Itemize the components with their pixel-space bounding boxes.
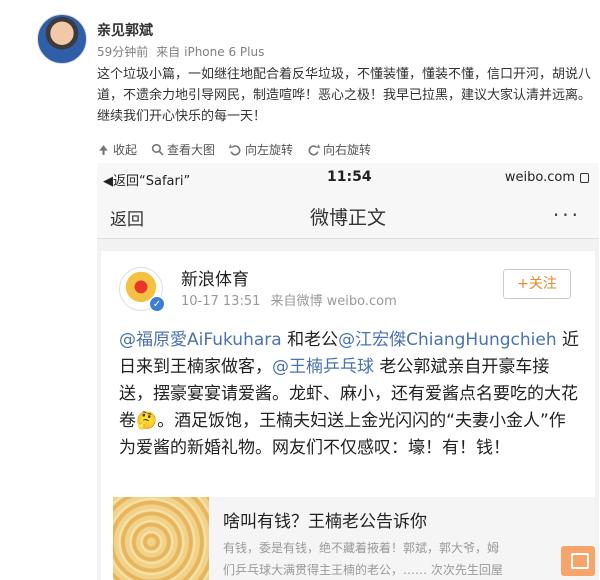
article-snippet: 有钱，委是有钱，绝不藏着掖着！郭斌，郭大爷，姆 们乒乓球大满贯得主王楠的老公，……	[223, 541, 503, 577]
mention-link: @江宏傑ChiangHungchieh	[338, 330, 557, 350]
rotate-left-icon	[229, 144, 241, 156]
source-prefix: 来自	[156, 45, 181, 59]
mention-link: @福原愛AiFukuhara	[119, 330, 282, 350]
verified-badge-icon: ✓	[149, 296, 165, 312]
weibo-navbar: 返回 微博正文 ···	[97, 193, 599, 239]
article-preview: 啥叫有钱？王楠老公告诉你 有钱，委是有钱，绝不藏着掖着！郭斌，郭大爷，姆 们乒乓…	[113, 497, 595, 580]
rotate-left-button[interactable]: 向左旋转	[229, 141, 293, 158]
mention-link: @王楠乒乓球	[272, 357, 374, 377]
watermark-icon	[561, 546, 595, 576]
lock-icon	[580, 173, 589, 183]
post-source[interactable]: iPhone 6 Plus	[184, 45, 264, 59]
card-source: 来自微博 weibo.com	[270, 294, 397, 309]
follow-button: +关注	[503, 269, 571, 299]
collapse-button[interactable]: 收起	[97, 141, 137, 158]
more-icon: ···	[552, 203, 581, 227]
card-meta: 10-17 13:51 来自微博 weibo.com	[181, 290, 403, 309]
status-host: weibo.com	[504, 170, 575, 185]
author-avatar[interactable]	[37, 14, 87, 64]
card-text: @福原愛AiFukuhara 和老公@江宏傑ChiangHungchieh 近日…	[119, 330, 580, 458]
view-large-button[interactable]: 查看大图	[151, 141, 215, 158]
author-name[interactable]: 亲见郭斌	[97, 20, 153, 40]
rotate-right-button[interactable]: 向右旋转	[307, 141, 371, 158]
magnifier-icon	[151, 143, 164, 156]
image-toolbar: 收起 查看大图 向左旋转 向右旋转	[97, 141, 371, 158]
embedded-screenshot[interactable]: ◀返回“Safari” 11:54 weibo.com 返回 微博正文 ··· …	[97, 163, 599, 580]
weibo-card: ✓ 新浪体育 10-17 13:51 来自微博 weibo.com +关注 @福…	[101, 251, 595, 580]
arrow-up-icon	[99, 145, 108, 155]
post-time[interactable]: 59分钟前	[97, 45, 148, 59]
ios-status-bar: ◀返回“Safari” 11:54 weibo.com	[97, 163, 599, 193]
nav-title: 微博正文	[309, 207, 386, 229]
card-author-name: 新浪体育	[181, 270, 249, 290]
post-text: 这个垃圾小篇，一如继往地配合着反华垃圾，不懂装懂，懂装不懂，信口开河，胡说八道，…	[97, 67, 592, 124]
rotate-right-icon	[308, 144, 321, 156]
article-title: 啥叫有钱？王楠老公告诉你	[223, 512, 427, 532]
card-date: 10-17 13:51	[181, 294, 261, 309]
sina-sports-avatar: ✓	[119, 267, 165, 312]
status-time: 11:54	[327, 169, 372, 185]
post-meta: 59分钟前 来自 iPhone 6 Plus	[97, 43, 264, 60]
back-to-safari: ◀返回“Safari”	[103, 174, 191, 189]
article-thumbnail	[113, 497, 209, 580]
